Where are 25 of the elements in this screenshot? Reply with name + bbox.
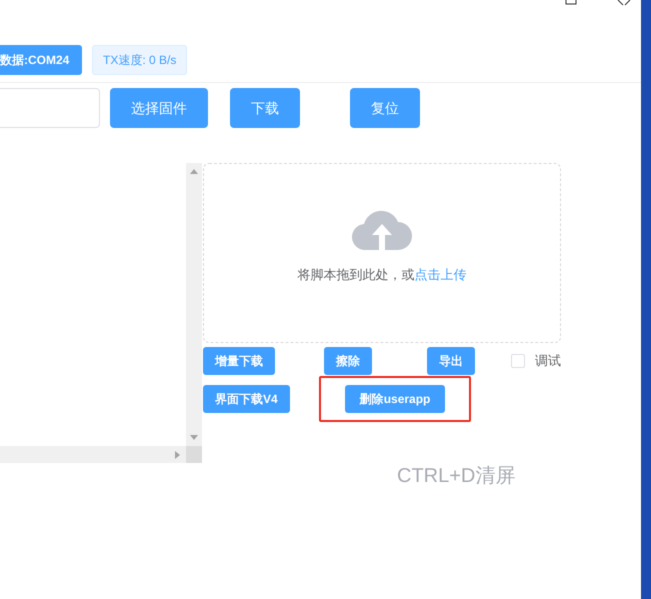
vertical-scrollbar[interactable]: [186, 163, 202, 446]
firmware-button[interactable]: 复位: [350, 88, 420, 128]
firmware-path-field[interactable]: [0, 88, 100, 128]
firmware-button[interactable]: 选择固件: [110, 88, 208, 128]
firmware-button[interactable]: 下载: [230, 88, 300, 128]
upload-link[interactable]: 点击上传: [414, 267, 466, 282]
scrollbar-corner: [186, 446, 202, 463]
debug-checkbox[interactable]: [511, 354, 525, 368]
action-button[interactable]: 删除userapp: [344, 385, 446, 413]
debug-label: 调试: [535, 352, 561, 370]
horizontal-scrollbar[interactable]: [0, 446, 186, 463]
action-button[interactable]: 界面下载V4: [203, 385, 290, 413]
port-button[interactable]: 数据:COM24: [0, 45, 82, 75]
upload-dropzone[interactable]: 将脚本拖到此处，或点击上传: [203, 163, 561, 343]
scroll-right-icon[interactable]: [175, 450, 180, 458]
upload-prompt: 将脚本拖到此处，或点击上传: [298, 266, 466, 284]
action-button[interactable]: 导出: [427, 347, 475, 375]
scroll-down-icon[interactable]: [190, 435, 198, 440]
scroll-up-icon[interactable]: [190, 169, 198, 174]
tx-speed-badge: TX速度: 0 B/s: [92, 45, 188, 75]
close-icon[interactable]: [617, 0, 631, 6]
action-button[interactable]: 擦除: [324, 347, 372, 375]
action-button[interactable]: 增量下载: [203, 347, 275, 375]
maximize-icon[interactable]: [565, 0, 577, 6]
clear-screen-hint: CTRL+D清屏: [397, 464, 516, 489]
